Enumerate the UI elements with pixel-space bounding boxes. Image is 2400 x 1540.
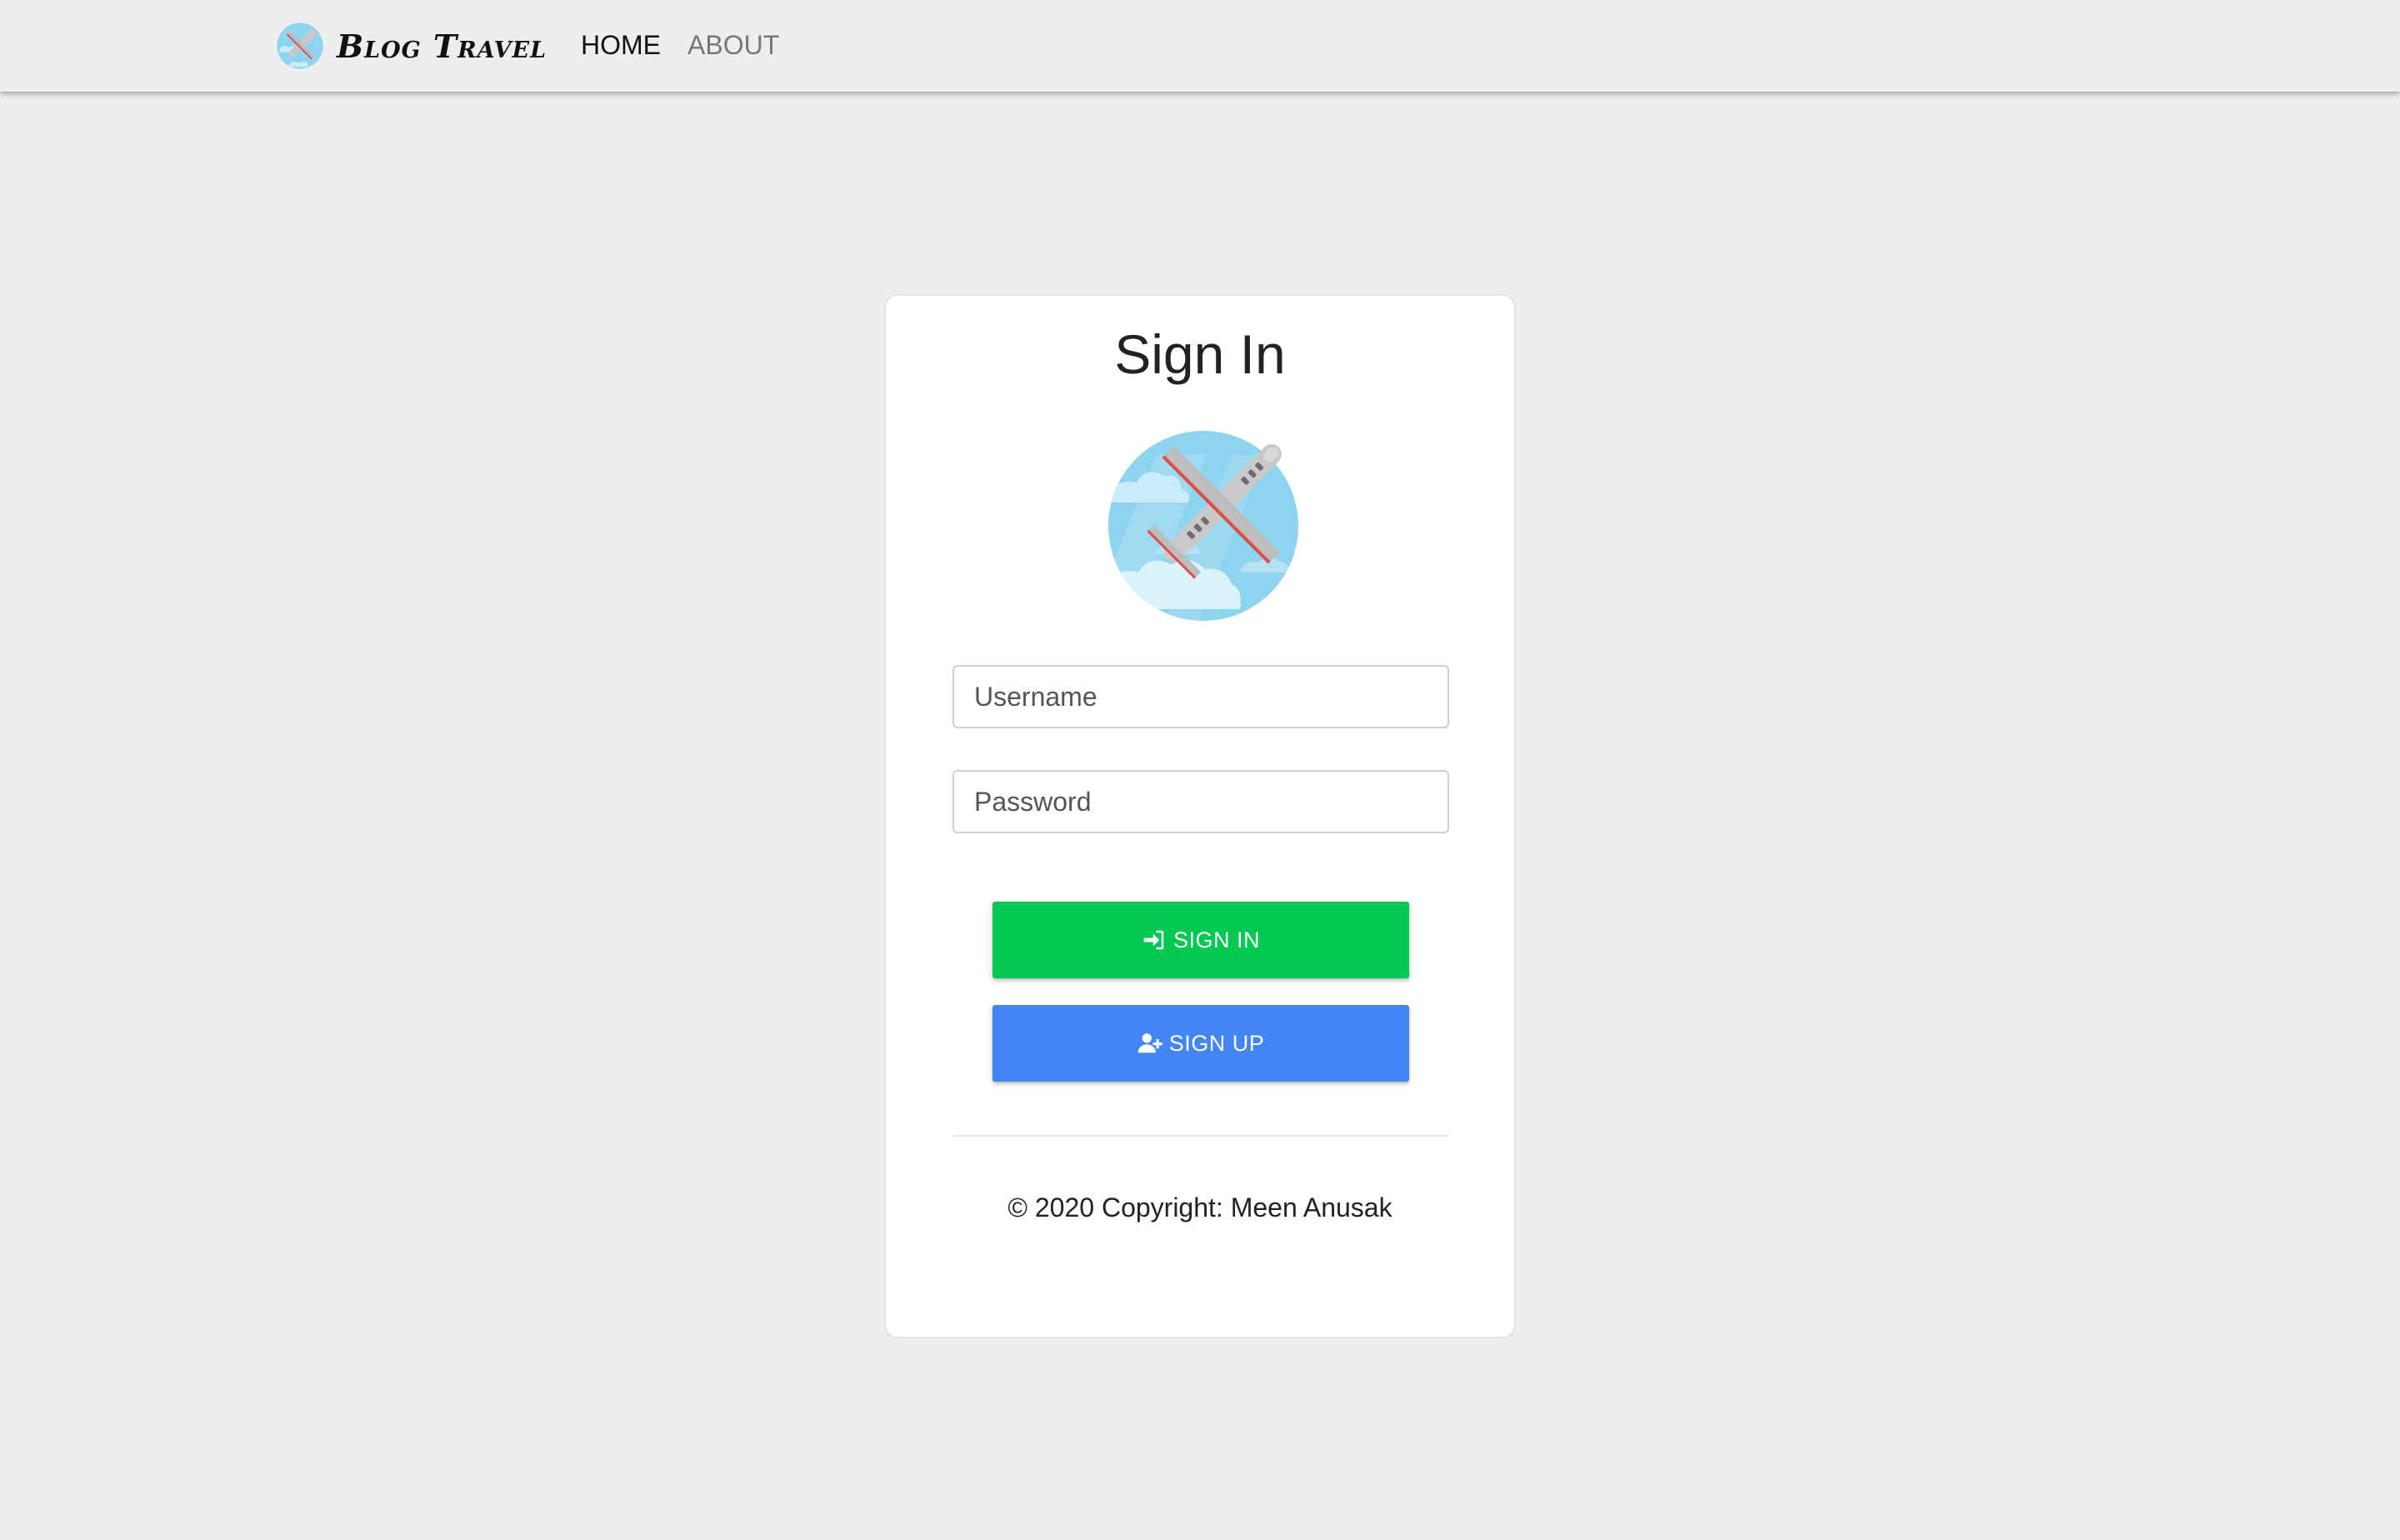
brand-name: Blog Travel [337,27,548,65]
divider [952,1135,1449,1137]
user-plus-icon [1138,1033,1162,1053]
brand[interactable]: Blog Travel [275,20,547,72]
sign-in-button[interactable]: SIGN IN [992,902,1409,978]
sign-up-button[interactable]: SIGN UP [992,1005,1409,1082]
airplane-globe-icon [277,22,323,69]
copyright-text: © 2020 Copyright: Meen Anusak [1008,1192,1392,1222]
username-input[interactable] [952,665,1449,728]
airplane-sky-icon [1108,431,1298,621]
password-input[interactable] [952,770,1449,833]
signin-card: Sign In Username SIGN IN SIGN UP © 2020 … [884,294,1516,1338]
nav-links: HOME ABOUT [581,28,779,62]
sign-in-icon [1143,930,1164,950]
nav-link-home[interactable]: HOME [581,28,661,62]
page-title: Sign In [1114,323,1286,385]
sign-up-label: SIGN UP [1168,1030,1265,1056]
sign-in-label: SIGN IN [1172,927,1260,952]
top-navbar: Blog Travel HOME ABOUT [0,0,2400,92]
nav-link-about[interactable]: ABOUT [688,28,779,62]
